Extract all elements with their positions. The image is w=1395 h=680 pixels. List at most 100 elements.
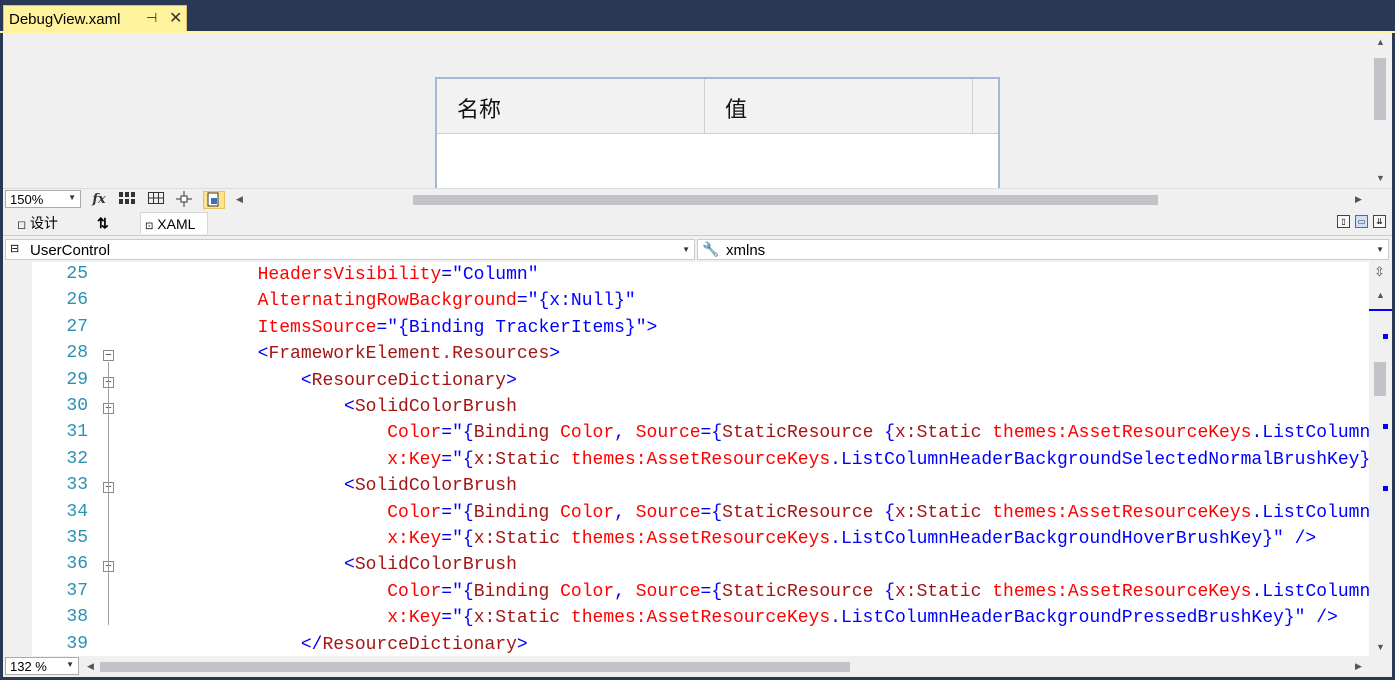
design-vertical-scrollbar[interactable]: ▲ ▼ — [1369, 33, 1392, 188]
code-token: < — [128, 370, 312, 391]
vertical-split-icon[interactable]: ▯ — [1337, 215, 1350, 228]
element-select[interactable]: ⊟ UserControl ▼ — [5, 239, 695, 260]
code-line[interactable]: x:Key="{x:Static themes:AssetResourceKey… — [128, 450, 1369, 470]
code-token: themes:AssetResourceKeys — [560, 608, 831, 629]
code-token: x:Key — [128, 449, 442, 470]
swap-panes-button[interactable]: ⇅ — [97, 212, 109, 234]
xaml-code-editor[interactable]: 25 HeadersVisibility="Column" 26 Alternat… — [3, 262, 1369, 656]
code-line[interactable]: <SolidColorBrush — [128, 555, 517, 575]
code-token: Color — [549, 502, 615, 523]
code-line[interactable]: x:Key="{x:Static themes:AssetResourceKey… — [128, 529, 1316, 549]
code-token: Binding — [473, 502, 550, 523]
code-token: ResourceDictionary — [311, 370, 507, 391]
close-icon[interactable]: ✕ — [169, 8, 182, 28]
code-token: =" — [441, 529, 463, 549]
code-line[interactable]: <FrameworkElement.Resources> — [128, 344, 561, 365]
editor-vertical-scrollbar[interactable]: ⇳ ▲ ▼ — [1369, 262, 1392, 656]
split-handle-icon[interactable]: ⇳ — [1374, 264, 1385, 280]
line-number: 28 — [66, 343, 88, 364]
code-line[interactable]: <SolidColorBrush — [128, 476, 517, 496]
collapse-icon[interactable]: − — [103, 350, 114, 362]
editor-zoom-select[interactable]: 132 % ▼ — [5, 657, 79, 675]
code-token: {Binding TrackerItems} — [398, 317, 636, 338]
code-line[interactable]: AlternatingRowBackground="{x:Null}" — [128, 291, 636, 311]
datagrid-preview[interactable]: 名称 值 — [435, 77, 1000, 188]
tab-xaml[interactable]: ⊡ XAML — [140, 212, 208, 234]
member-select-value: xmlns — [726, 242, 766, 259]
code-token: .ListColumnHeaderBackgroundHoverBrushKey… — [830, 529, 1274, 549]
snap-grid-icon[interactable] — [147, 191, 165, 209]
scroll-left-icon[interactable]: ◀ — [236, 194, 243, 205]
grid-icon[interactable] — [118, 191, 136, 209]
code-line[interactable]: HeadersVisibility="Column" — [128, 265, 539, 285]
code-line[interactable]: Color="{Binding Color, Source={StaticRes… — [128, 423, 1369, 443]
scroll-down-icon[interactable]: ▼ — [1376, 642, 1385, 652]
code-token: { — [462, 502, 474, 523]
scroll-thumb[interactable] — [1374, 58, 1386, 120]
code-token: Color — [128, 423, 442, 444]
design-surface[interactable]: 名称 值 — [3, 33, 1369, 188]
code-token: " — [624, 291, 636, 312]
column-header-label: 名称 — [457, 98, 502, 123]
line-number: 33 — [66, 475, 88, 496]
code-token: themes:AssetResourceKeys — [981, 502, 1252, 523]
code-token: =" — [441, 449, 463, 470]
code-token: StaticResource — [722, 423, 874, 444]
code-token: x:Key — [128, 529, 442, 549]
code-line[interactable]: <ResourceDictionary> — [128, 371, 517, 391]
collapse-pane-icon[interactable]: ⇊ — [1373, 215, 1386, 228]
chevron-down-icon: ▼ — [68, 193, 76, 202]
fx-icon[interactable]: fx — [90, 191, 108, 209]
code-token: ItemsSource — [128, 317, 377, 338]
editor-horizontal-scroll-thumb[interactable] — [100, 662, 850, 672]
column-header-value[interactable]: 值 — [705, 79, 973, 133]
code-line[interactable]: Color="{Binding Color, Source={StaticRes… — [128, 503, 1369, 523]
snap-lines-icon[interactable] — [175, 191, 193, 209]
design-toolbar: 150% ▼ fx ◀ ▶ — [3, 188, 1392, 211]
render-effects-icon[interactable] — [203, 191, 225, 209]
scroll-thumb[interactable] — [1374, 362, 1386, 396]
scroll-right-icon[interactable]: ▶ — [1355, 194, 1362, 205]
code-token: themes:AssetResourceKeys — [560, 449, 831, 470]
code-token: SolidColorBrush — [354, 555, 517, 576]
line-number: 29 — [66, 369, 88, 390]
code-token: " — [527, 265, 539, 285]
swap-icon: ⇅ — [97, 215, 109, 231]
horizontal-split-icon[interactable]: ▭ — [1355, 215, 1368, 228]
code-token: ={ — [700, 423, 723, 444]
code-token: x:Static — [895, 581, 982, 602]
line-number: 32 — [66, 448, 88, 469]
code-token: < — [128, 397, 355, 417]
member-select[interactable]: 🔧 xmlns ▼ — [697, 239, 1389, 260]
xaml-icon: ⊡ — [145, 221, 154, 232]
usercontrol-icon: ⊟ — [10, 243, 20, 255]
code-token: =" — [441, 265, 463, 285]
code-token: > — [516, 634, 528, 655]
pin-icon[interactable]: ⊣ — [146, 10, 157, 26]
code-token: Color — [128, 581, 442, 602]
code-token: > — [549, 344, 561, 365]
column-header-name[interactable]: 名称 — [437, 79, 705, 133]
document-tab[interactable]: DebugView.xaml ⊣ ✕ — [3, 5, 187, 32]
tab-design[interactable]: ◻ 设计 — [17, 212, 58, 234]
line-number: 38 — [66, 607, 88, 628]
scroll-down-icon[interactable]: ▼ — [1376, 173, 1385, 183]
code-line[interactable]: Color="{Binding Color, Source={StaticRes… — [128, 582, 1369, 602]
code-token: " /> — [1294, 608, 1338, 629]
code-line[interactable]: <SolidColorBrush — [128, 397, 517, 417]
fold-guide — [108, 494, 109, 520]
code-line[interactable]: </ResourceDictionary> — [128, 635, 528, 655]
code-line[interactable]: x:Key="{x:Static themes:AssetResourceKey… — [128, 608, 1338, 628]
scroll-up-icon[interactable]: ▲ — [1376, 290, 1385, 300]
scroll-right-icon[interactable]: ▶ — [1355, 661, 1362, 672]
code-token: .ListColumnHeaderBackgroundSelectedNorma… — [830, 449, 1369, 470]
design-icon: ◻ — [17, 219, 27, 231]
code-token: themes:AssetResourceKeys — [981, 581, 1252, 602]
design-zoom-select[interactable]: 150% ▼ — [5, 190, 81, 208]
code-line[interactable]: ItemsSource="{Binding TrackerItems}"> — [128, 317, 658, 338]
scroll-up-icon[interactable]: ▲ — [1376, 37, 1385, 47]
scroll-left-icon[interactable]: ◀ — [87, 661, 94, 672]
editor-bottom-bar: 132 % ▼ ◀ ▶ — [3, 656, 1392, 677]
document-tab-title: DebugView.xaml — [9, 11, 121, 28]
design-horizontal-scroll-thumb[interactable] — [413, 195, 1158, 205]
